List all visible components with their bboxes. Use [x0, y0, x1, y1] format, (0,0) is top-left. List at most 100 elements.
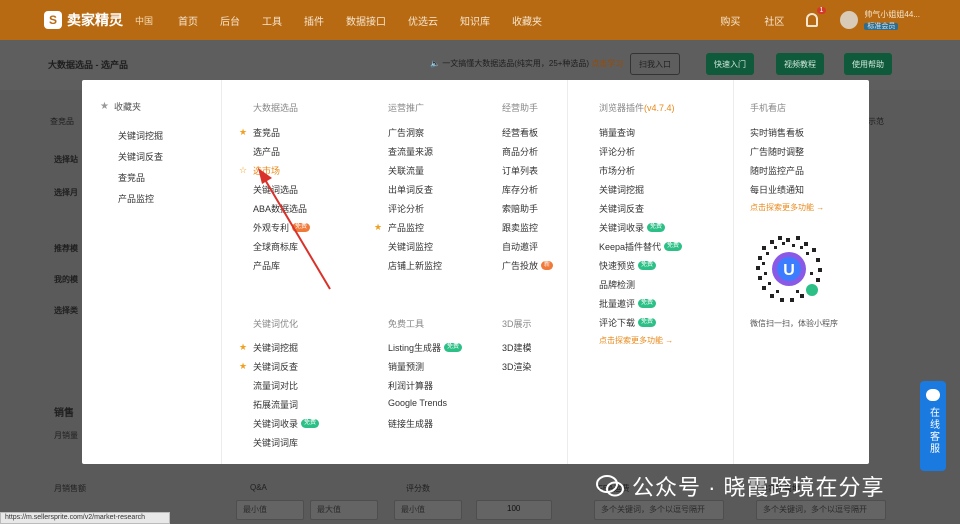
keyword-input[interactable]: 多个关键词，多个以逗号隔开	[756, 500, 886, 520]
menu-item[interactable]: 订单列表	[502, 164, 538, 177]
help-button[interactable]: 使用帮助	[844, 53, 892, 75]
menu-item[interactable]: 关键词收录 免费	[599, 221, 666, 234]
star-icon[interactable]: ★	[374, 222, 382, 233]
notice-link[interactable]: 点击学习	[591, 59, 623, 68]
menu-item[interactable]: 自动邀评	[502, 240, 538, 253]
logo-icon: S	[44, 11, 62, 29]
video-tutorial-button[interactable]: 视频教程	[776, 53, 824, 75]
bell-icon[interactable]: 1	[806, 7, 827, 27]
menu-item[interactable]: ★ 产品监控	[374, 221, 424, 234]
min-input[interactable]: 最小值	[394, 500, 462, 520]
nav-link[interactable]: 工具	[262, 13, 282, 28]
menu-item[interactable]: 库存分析	[502, 183, 538, 196]
nav-community-link[interactable]: 社区	[764, 13, 784, 28]
menu-item[interactable]: 全球商标库	[253, 240, 298, 253]
explore-more-link[interactable]: 点击探索更多功能 →	[599, 335, 673, 346]
menu-item[interactable]: 3D渲染	[502, 360, 532, 373]
menu-item[interactable]: 实时销售看板	[750, 126, 804, 139]
user-info[interactable]: 帅气小姐姐44... 标准会员	[864, 9, 920, 32]
menu-item[interactable]: 销量查询	[599, 126, 635, 139]
menu-item[interactable]: Keepa插件替代 免费	[599, 240, 683, 253]
scan-entry-button[interactable]: 扫我入口	[630, 53, 680, 75]
menu-item[interactable]: 关键词挖掘	[599, 183, 644, 196]
explore-more-link[interactable]: 点击探索更多功能 →	[750, 202, 824, 213]
avatar[interactable]	[840, 11, 859, 29]
member-badge: 标准会员	[864, 22, 899, 30]
menu-item[interactable]: 利润计算器	[388, 379, 433, 392]
wechat-icon	[596, 475, 624, 497]
free-tag: 免费	[638, 261, 657, 270]
menu-item[interactable]: 广告投放新	[502, 259, 554, 272]
nav-link[interactable]: 数据接口	[346, 13, 386, 28]
star-icon[interactable]: ★	[239, 342, 247, 353]
menu-item[interactable]: 产品库	[253, 259, 280, 272]
nav-buy-link[interactable]: 购买	[720, 13, 740, 28]
menu-item[interactable]: 关键词词库	[253, 436, 298, 449]
bg-label: 选择站	[54, 155, 78, 164]
menu-item[interactable]: 经营看板	[502, 126, 538, 139]
menu-item[interactable]: 关联流量	[388, 164, 424, 177]
favorite-item[interactable]: 关键词挖掘	[118, 129, 163, 142]
menu-item[interactable]: 流量词对比	[253, 379, 298, 392]
menu-item-select-market[interactable]: ☆ 选市场	[239, 164, 280, 177]
star-outline-icon[interactable]: ☆	[239, 165, 247, 176]
menu-item[interactable]: 品牌检测	[599, 278, 635, 291]
free-tag: 免费	[664, 242, 683, 251]
menu-item[interactable]: 批量邀评 免费	[599, 297, 657, 310]
star-icon[interactable]: ★	[239, 127, 247, 138]
menu-item[interactable]: 外观专利 免费	[253, 221, 311, 234]
menu-item[interactable]: 关键词反查	[599, 202, 644, 215]
menu-item[interactable]: 销量预测	[388, 360, 424, 373]
favorite-item[interactable]: 产品监控	[118, 192, 154, 205]
keyword-input[interactable]: 多个关键词，多个以逗号隔开	[594, 500, 724, 520]
menu-item[interactable]: 关键词收录 免费	[253, 417, 320, 430]
quick-start-button[interactable]: 快速入门	[706, 53, 754, 75]
nav-link[interactable]: 插件	[304, 13, 324, 28]
menu-item[interactable]: 快速预览 免费	[599, 259, 657, 272]
menu-item[interactable]: 商品分析	[502, 145, 538, 158]
nav-link[interactable]: 收藏夹	[512, 13, 542, 28]
menu-item[interactable]: Listing生成器 免费	[388, 341, 463, 354]
menu-item[interactable]: ★ 关键词挖掘	[239, 341, 298, 354]
menu-item[interactable]: 查流量来源	[388, 145, 433, 158]
favorite-item[interactable]: 关键词反查	[118, 150, 163, 163]
menu-item[interactable]: ★ 查竞品	[239, 126, 280, 139]
menu-item[interactable]: 关键词选品	[253, 183, 298, 196]
favorite-item[interactable]: 查竞品	[118, 171, 145, 184]
menu-item[interactable]: 跟卖监控	[502, 221, 538, 234]
nav-link[interactable]: 知识库	[460, 13, 490, 28]
menu-item[interactable]: 随时监控产品	[750, 164, 804, 177]
menu-item[interactable]: 评论分析	[388, 202, 424, 215]
logo-text: 卖家精灵	[67, 12, 123, 28]
max-input[interactable]: 最大值	[310, 500, 378, 520]
menu-item[interactable]: ABA数据选品	[253, 202, 307, 215]
menu-item[interactable]: 出单词反查	[388, 183, 433, 196]
menu-item[interactable]: 3D建模	[502, 341, 532, 354]
menu-item[interactable]: 拓展流量词	[253, 398, 298, 411]
arrow-right-icon: →	[665, 336, 674, 345]
menu-item[interactable]: 评论分析	[599, 145, 635, 158]
bg-label: 月销量	[54, 431, 78, 440]
region-selector[interactable]: 中国	[135, 14, 153, 27]
free-tag: 免费	[647, 223, 666, 232]
menu-item[interactable]: 选产品	[253, 145, 280, 158]
menu-item[interactable]: 每日业绩通知	[750, 183, 804, 196]
menu-item[interactable]: 市场分析	[599, 164, 635, 177]
menu-item[interactable]: 索赔助手	[502, 202, 538, 215]
menu-item[interactable]: 店铺上新监控	[388, 259, 442, 272]
menu-item[interactable]: 评论下载 免费	[599, 316, 657, 329]
menu-item[interactable]: 广告随时调整	[750, 145, 804, 158]
value-input[interactable]: 100	[476, 500, 552, 520]
menu-item[interactable]: Google Trends	[388, 398, 447, 408]
nav-link[interactable]: 首页	[178, 13, 198, 28]
menu-item[interactable]: 关键词监控	[388, 240, 433, 253]
min-input[interactable]: 最小值	[236, 500, 304, 520]
nav-link[interactable]: 后台	[220, 13, 240, 28]
menu-item[interactable]: 链接生成器	[388, 417, 433, 430]
online-service-button[interactable]: 在线客服	[920, 381, 946, 471]
nav-link[interactable]: 优选云	[408, 13, 438, 28]
star-icon[interactable]: ★	[239, 361, 247, 372]
menu-item[interactable]: 广告洞察	[388, 126, 424, 139]
logo[interactable]: S 卖家精灵	[44, 10, 123, 30]
menu-item[interactable]: ★ 关键词反查	[239, 360, 298, 373]
